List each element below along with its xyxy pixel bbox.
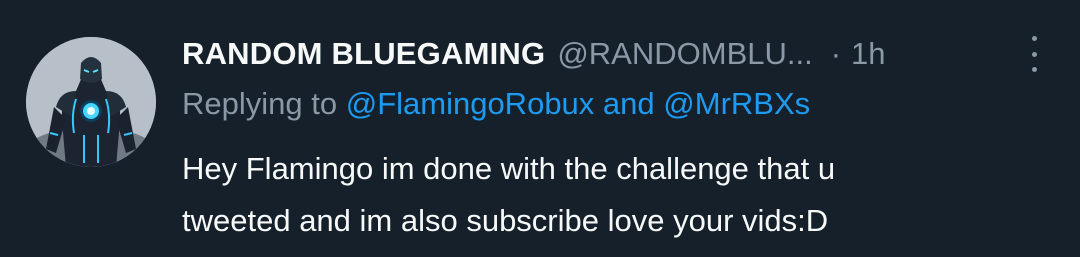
reply-context: Replying to @FlamingoRobux and @MrRBXs [182, 86, 810, 122]
avatar-image [26, 37, 156, 167]
mention-link-2[interactable]: @MrRBXs [663, 86, 810, 121]
reply-and-text[interactable]: and [603, 86, 655, 121]
tweet-text-line-1: Hey Flamingo im done with the challenge … [182, 151, 836, 186]
tweet-header: RANDOM BLUEGAMING @RANDOMBLU... · 1h [182, 30, 886, 78]
avatar[interactable] [26, 37, 156, 167]
display-name[interactable]: RANDOM BLUEGAMING [182, 36, 545, 72]
user-handle[interactable]: @RANDOMBLU... [557, 36, 812, 72]
tweet-text-line-2: tweeted and im also subscribe love your … [182, 203, 829, 238]
timestamp[interactable]: 1h [851, 36, 885, 72]
tweet-text: Hey Flamingo im done with the challenge … [182, 143, 1042, 247]
more-vertical-icon[interactable] [1022, 36, 1046, 72]
tweet[interactable]: RANDOM BLUEGAMING @RANDOMBLU... · 1h Rep… [0, 0, 1080, 257]
mention-link-1[interactable]: @FlamingoRobux [346, 86, 595, 121]
reply-prefix: Replying to [182, 86, 338, 121]
separator-dot: · [830, 36, 842, 71]
